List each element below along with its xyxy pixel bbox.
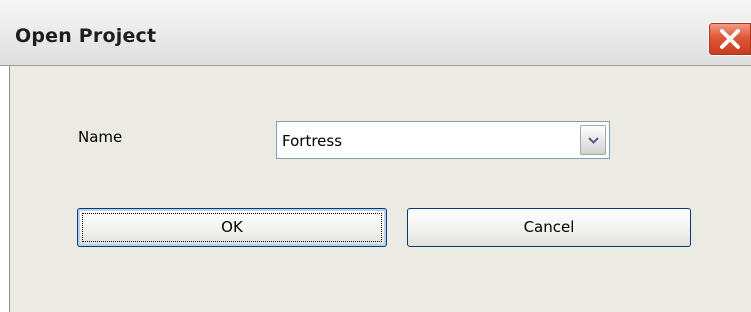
dialog-title: Open Project — [15, 25, 157, 47]
name-label: Name — [78, 128, 123, 146]
title-bar[interactable]: Open Project — [0, 0, 751, 66]
cancel-button-label: Cancel — [523, 218, 575, 236]
ok-button[interactable]: OK — [77, 208, 387, 247]
cancel-button[interactable]: Cancel — [407, 208, 691, 247]
project-name-value: Fortress — [282, 132, 343, 150]
close-button[interactable] — [708, 22, 751, 56]
focus-ring — [82, 213, 382, 242]
close-icon — [720, 29, 740, 49]
dropdown-button[interactable] — [580, 125, 606, 155]
chevron-down-icon — [588, 137, 599, 144]
project-name-combobox[interactable]: Fortress — [276, 121, 610, 159]
open-project-dialog: Open Project Name Fortress OK Cancel — [0, 0, 751, 312]
